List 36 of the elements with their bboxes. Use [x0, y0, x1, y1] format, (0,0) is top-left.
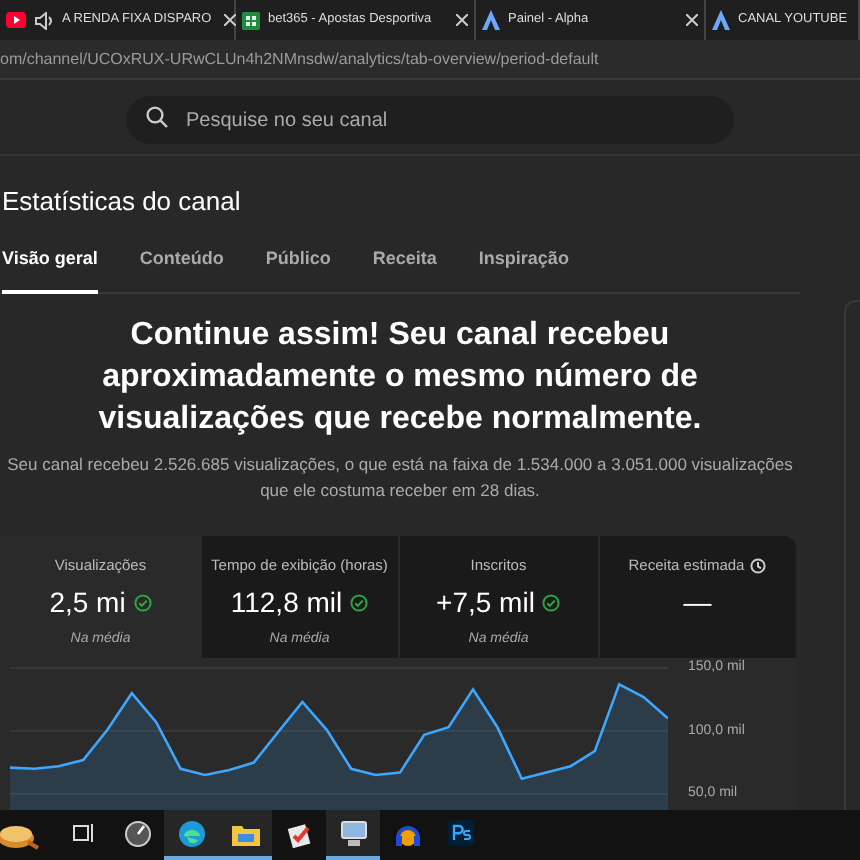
video-play-icon	[6, 12, 26, 28]
nav-tab[interactable]: Inspiração	[478, 229, 569, 293]
nav-tab[interactable]: Público	[265, 229, 331, 293]
headline: Continue assim! Seu canal recebeu aproximadamente o mesmo número de visualizações que recebe normalmente.	[96, 316, 704, 440]
browser-icon	[177, 819, 205, 847]
taskbar-button[interactable]	[218, 810, 272, 860]
metric-value: 112,8 mil	[230, 584, 343, 623]
page-title: Estatísticas do canal	[0, 184, 243, 220]
address-bar-url[interactable]: om/channel/UCOxRUX-URwCLUn4h2NMnsdw/analytics/tab-overview/period-default	[0, 47, 599, 71]
nav-tab[interactable]: Receita	[372, 229, 437, 293]
triangle-logo-icon	[712, 10, 730, 30]
close-icon[interactable]	[456, 14, 468, 26]
nav-tab[interactable]: Visão geral	[2, 229, 98, 293]
folder-icon	[231, 821, 259, 845]
metric-value: +7,5 mil	[436, 584, 535, 623]
close-icon[interactable]	[223, 14, 236, 26]
search-icon	[146, 105, 168, 127]
photo-editor-icon	[448, 820, 474, 846]
computer-icon	[339, 819, 367, 847]
check-circle-icon	[350, 594, 369, 613]
check-circle-icon	[542, 594, 561, 613]
checklist-icon	[285, 819, 313, 847]
taskbar-button[interactable]	[326, 810, 380, 860]
check-circle-icon	[133, 594, 152, 613]
search-field[interactable]: Pesquise no seu canal	[126, 96, 734, 144]
clock-icon	[750, 557, 767, 574]
spreadsheet-icon	[242, 11, 260, 29]
task-view-icon	[72, 822, 94, 844]
nav-tab[interactable]: Conteúdo	[139, 229, 224, 293]
close-icon[interactable]	[686, 14, 698, 26]
gauge-icon	[123, 819, 151, 847]
metric-value: 2,5 mi	[49, 584, 126, 623]
triangle-logo-icon	[482, 10, 500, 30]
metric-value: —	[683, 584, 712, 623]
summary-text: Seu canal recebeu 2.526.685 visualizações, o que está na faixa de 1.534.000 a 3.051.000 visualizações que ele costuma receber em 28 dias.	[5, 452, 795, 504]
taskbar-button[interactable]	[164, 810, 218, 860]
